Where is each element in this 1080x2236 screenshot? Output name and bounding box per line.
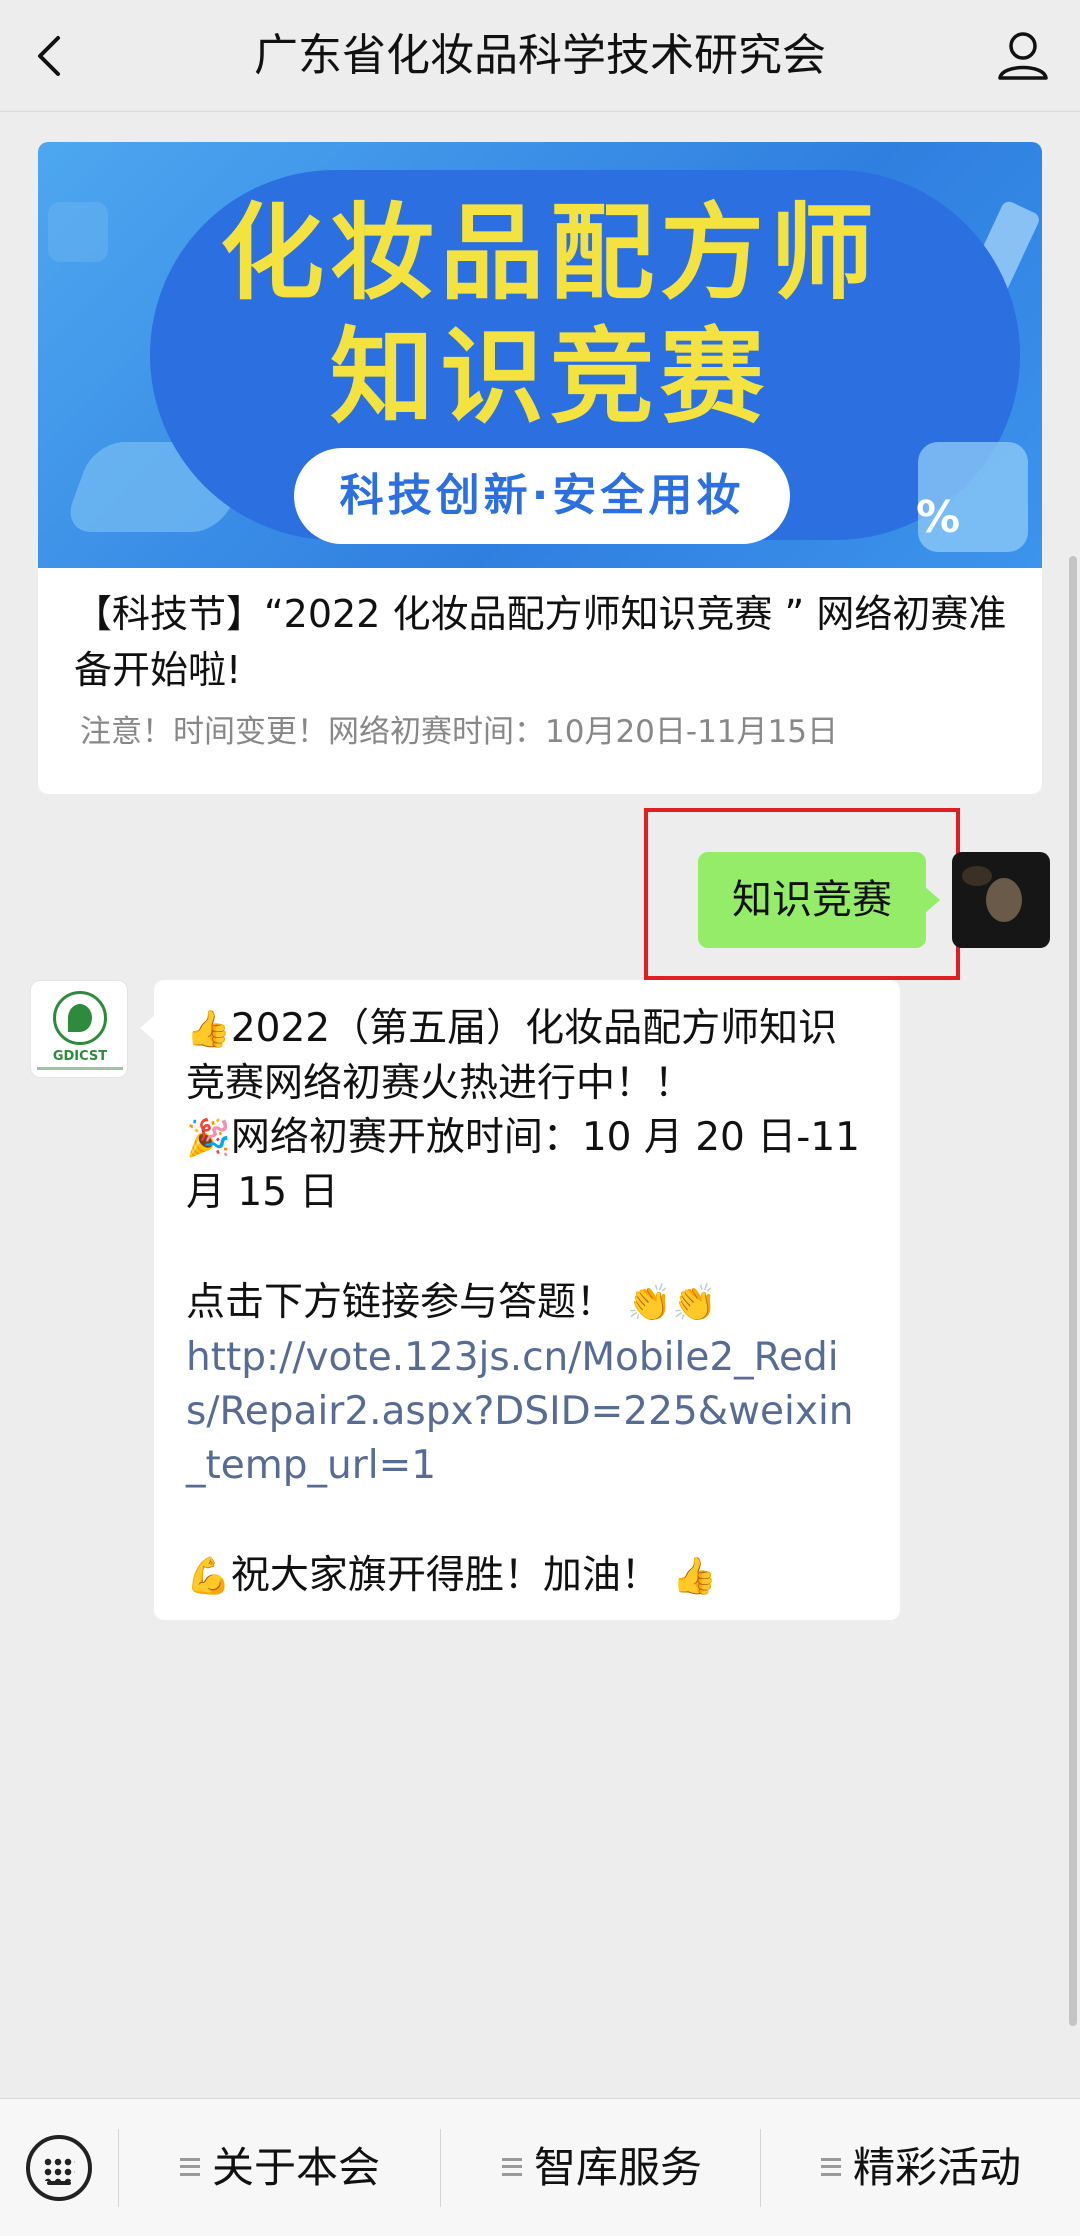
incoming-message-bubble[interactable]: 👍2022（第五届）化妆品配方师知识竞赛网络初赛火热进行中！！ 🎉网络初赛开放时… [140,980,900,1620]
person-icon [998,32,1048,80]
page-title: 广东省化妆品科学技术研究会 [254,30,826,81]
message-line: 🎉网络初赛开放时间：10 月 20 日-11 月 15 日 [186,1111,870,1220]
menu-icon [501,2157,522,2176]
menu-divider [760,2129,761,2207]
party-popper-icon: 🎉 [186,1118,231,1159]
keyboard-icon[interactable] [26,2135,92,2201]
banner-decoration [48,202,108,262]
profile-button[interactable] [992,24,1054,86]
menu-item-think-tank[interactable]: 智库服务 [442,2129,762,2207]
thumbs-up-icon: 👍 [672,1556,718,1597]
org-logo-subline [37,1067,123,1070]
banner-slogan: 科技创新·安全用妆 [294,448,790,544]
message-line: 💪祝大家旗开得胜！加油！ 👍 [186,1549,870,1604]
org-logo-text: GDICST [52,1049,108,1064]
avatar-detail [986,878,1022,922]
message-text: 祝大家旗开得胜！加油！ [230,1553,660,1598]
menu-divider [440,2129,441,2207]
article-title[interactable]: 【科技节】“2022 化妆品配方师知识竞赛 ” 网络初赛准备开始啦! [74,586,1024,698]
leaf-icon [68,1004,92,1032]
message-text: 2022（第五届）化妆品配方师知识竞赛网络初赛火热进行中！！ [186,1006,838,1106]
article-banner: 化妆品配方师 知识竞赛 科技创新·安全用妆 % [38,142,1042,568]
banner-title-line1: 化妆品配方师 [219,192,880,314]
menu-item-about[interactable]: 关于本会 [120,2129,440,2207]
top-bar: 广东省化妆品科学技术研究会 [0,0,1080,112]
org-logo-icon [53,991,107,1045]
user-avatar[interactable] [952,852,1050,948]
keyboard-spacebar [47,2181,71,2185]
message-line: 点击下方链接参与答题！ 👏👏 [186,1276,870,1331]
banner-title-line2: 知识竞赛 [329,316,770,438]
back-button[interactable] [28,26,72,86]
menu-item-activities[interactable]: 精彩活动 [762,2129,1080,2207]
outgoing-message-bubble[interactable]: 知识竞赛 [698,852,940,948]
org-avatar[interactable]: GDICST [30,980,128,1078]
avatar-detail [962,866,992,886]
message-text: 网络初赛开放时间：10 月 20 日-11 月 15 日 [186,1115,860,1215]
menu-icon [820,2157,841,2176]
thumbs-up-icon: 👍 [186,1009,231,1050]
menu-item-label: 精彩活动 [852,2143,1021,2192]
article-card[interactable]: 化妆品配方师 知识竞赛 科技创新·安全用妆 % 【科技节】“2022 化妆品配方… [38,142,1042,794]
menu-divider [118,2129,119,2207]
quiz-link[interactable]: http://vote.123js.cn/Mobile2_Redis/Repai… [186,1331,870,1493]
menu-item-label: 关于本会 [211,2143,380,2192]
scrollbar[interactable] [1069,556,1077,2026]
message-text: 点击下方链接参与答题！ [186,1280,616,1325]
banner-percent-symbol: % [915,492,961,543]
chevron-left-icon [38,36,60,76]
keyboard-keys [43,2157,75,2181]
flexed-biceps-icon: 💪 [186,1556,231,1597]
clap-icon: 👏👏 [627,1283,718,1324]
message-line: 👍2022（第五届）化妆品配方师知识竞赛网络初赛火热进行中！！ [186,1002,870,1111]
menu-item-label: 智库服务 [533,2143,702,2192]
bottom-menu-bar: 关于本会 智库服务 精彩活动 [0,2098,1080,2236]
article-description: 注意！时间变更！网络初赛时间：10月20日-11月15日 [80,714,838,750]
menu-icon [179,2157,200,2176]
